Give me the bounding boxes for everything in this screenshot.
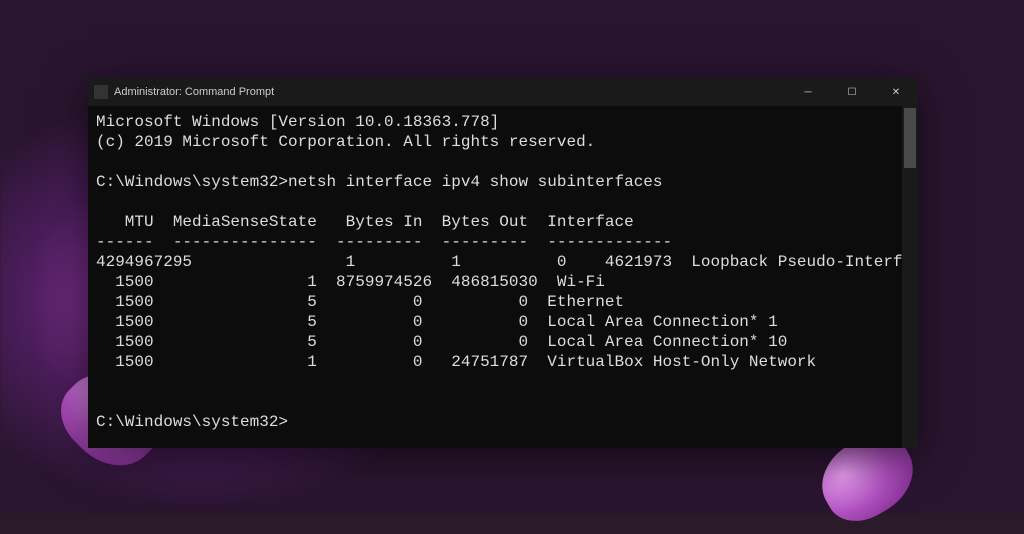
- scrollbar[interactable]: [902, 106, 918, 448]
- header-line: Microsoft Windows [Version 10.0.18363.77…: [96, 113, 499, 131]
- close-button[interactable]: ✕: [874, 78, 918, 106]
- titlebar[interactable]: Administrator: Command Prompt ─ ☐ ✕: [88, 78, 918, 106]
- table-row: 1500 5 0 0 Ethernet: [96, 293, 624, 311]
- table-row: 4294967295 1 1 0 4621973 Loopback Pseudo…: [96, 253, 918, 271]
- table-row: 1500 5 0 0 Local Area Connection* 10: [96, 333, 787, 351]
- table-row: 1500 5 0 0 Local Area Connection* 1: [96, 313, 778, 331]
- minimize-button[interactable]: ─: [786, 78, 830, 106]
- column-headers: MTU MediaSenseState Bytes In Bytes Out I…: [96, 213, 634, 231]
- table-row: 1500 1 0 24751787 VirtualBox Host-Only N…: [96, 353, 816, 371]
- header-line: (c) 2019 Microsoft Corporation. All righ…: [96, 133, 595, 151]
- cmd-icon: [94, 85, 108, 99]
- scrollbar-thumb[interactable]: [904, 108, 916, 168]
- maximize-button[interactable]: ☐: [830, 78, 874, 106]
- terminal-output[interactable]: Microsoft Windows [Version 10.0.18363.77…: [88, 106, 918, 448]
- table-row: 1500 1 8759974526 486815030 Wi-Fi: [96, 273, 605, 291]
- command-text: netsh interface ipv4 show subinterfaces: [288, 173, 662, 191]
- prompt-path: C:\Windows\system32>: [96, 173, 288, 191]
- divider-line: ------ --------------- --------- -------…: [96, 233, 672, 251]
- window-title: Administrator: Command Prompt: [114, 86, 786, 98]
- command-prompt-window: Administrator: Command Prompt ─ ☐ ✕ Micr…: [88, 78, 918, 448]
- prompt-path: C:\Windows\system32>: [96, 413, 288, 431]
